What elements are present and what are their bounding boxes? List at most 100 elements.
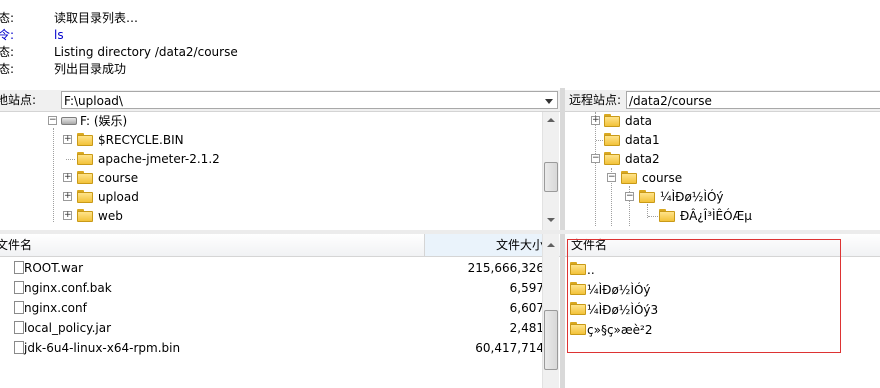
local-site-label: 地站点:	[0, 93, 37, 107]
table-row[interactable]: nginx.conf 6,607	[0, 298, 560, 318]
remote-path-value: /data2/course	[629, 94, 712, 108]
scrollbar-thumb[interactable]	[544, 310, 558, 370]
tree-node-label: $RECYCLE.BIN	[98, 133, 184, 147]
file-name: jdk-6u4-linux-x64-rpm.bin	[24, 341, 181, 355]
folder-icon	[604, 133, 620, 146]
expand-icon[interactable]: +	[63, 135, 72, 144]
table-row[interactable]: jdk-6u4-linux-x64-rpm.bin 60,417,714	[0, 338, 560, 358]
local-tree-scrollbar[interactable]	[542, 112, 559, 230]
file-name: ROOT.war	[24, 261, 84, 275]
file-size: 215,666,326	[467, 261, 544, 275]
folder-icon	[77, 209, 93, 222]
remote-path-input[interactable]: /data2/course	[626, 91, 880, 109]
local-site-bar: 地站点: F:\upload\	[0, 90, 560, 112]
table-row[interactable]: ç»§ç»­æè²2	[565, 320, 880, 340]
tree-node-label: course	[98, 171, 139, 185]
file-icon	[14, 281, 24, 294]
collapse-icon[interactable]: −	[625, 192, 634, 201]
file-name: local_policy.jar	[24, 321, 112, 335]
tree-node-upload[interactable]: + upload	[0, 188, 540, 206]
table-row[interactable]: ¼ÌÐø½ÌÓý	[565, 280, 880, 300]
local-path-input[interactable]: F:\upload\	[61, 91, 558, 109]
file-icon	[14, 341, 24, 354]
file-name: ..	[587, 263, 595, 277]
collapse-icon[interactable]: −	[48, 116, 57, 125]
tree-node-course[interactable]: + course	[0, 169, 540, 187]
column-header-filename[interactable]: 文件名	[0, 234, 416, 256]
file-name: ¼ÌÐø½ÌÓý3	[587, 303, 659, 317]
tree-node-label: F: (娱乐)	[80, 114, 128, 128]
folder-icon	[570, 302, 586, 315]
tree-node-label: ¼ÌÐø½ÌÓý	[660, 190, 724, 204]
table-row[interactable]: ROOT.war 215,666,326	[0, 258, 560, 278]
remote-file-list: 文件名 .. ¼ÌÐø½ÌÓý ¼ÌÐø½ÌÓý3 ç»§ç»­æè²2	[565, 234, 880, 388]
column-header-filename[interactable]: 文件名	[571, 234, 871, 256]
file-icon	[14, 261, 24, 274]
tree-node-course[interactable]: − course	[565, 169, 880, 187]
file-name: ¼ÌÐø½ÌÓý	[587, 283, 651, 297]
local-file-list-scrollbar[interactable]	[542, 234, 559, 388]
log-label: 令:	[0, 28, 15, 42]
tree-node-label: data	[625, 114, 653, 128]
tree-node-data1[interactable]: data1	[565, 131, 880, 149]
tree-node-label: ÐÂ¿Î³ÌÊÓÆµ	[680, 209, 752, 223]
tree-node-jixu-jiaoyu[interactable]: − ¼ÌÐø½ÌÓý	[565, 188, 880, 206]
log-text: 读取目录列表…	[54, 11, 139, 25]
file-size: 6,607	[509, 301, 544, 315]
expand-icon[interactable]: +	[63, 211, 72, 220]
table-row[interactable]: ..	[565, 260, 880, 280]
folder-icon	[77, 190, 93, 203]
table-row[interactable]: nginx.conf.bak 6,597	[0, 278, 560, 298]
scrollbar-thumb[interactable]	[544, 162, 558, 192]
table-row[interactable]: ¼ÌÐø½ÌÓý3	[565, 300, 880, 320]
file-size: 6,597	[509, 281, 544, 295]
folder-icon	[604, 114, 620, 127]
tree-node-web[interactable]: + web	[0, 207, 540, 225]
local-path-value: F:\upload\	[64, 94, 123, 108]
scroll-up-icon[interactable]	[543, 112, 559, 128]
folder-icon	[77, 133, 93, 146]
tree-node-label: course	[642, 171, 683, 185]
file-icon	[14, 321, 24, 334]
expand-icon[interactable]: +	[63, 173, 72, 182]
folder-icon	[604, 152, 620, 165]
log-text: ls	[54, 28, 64, 42]
expand-icon[interactable]: +	[591, 116, 600, 125]
folder-icon	[570, 282, 586, 295]
tree-node-label: web	[98, 209, 123, 223]
folder-icon	[621, 171, 637, 184]
local-file-list: 文件名 文件大小 ROOT.war 215,666,326 nginx.conf…	[0, 234, 560, 388]
tree-node-xin-kecheng-shipin[interactable]: ÐÂ¿Î³ÌÊÓÆµ	[565, 207, 880, 225]
table-row[interactable]: local_policy.jar 2,481	[0, 318, 560, 338]
local-file-list-header: 文件名 文件大小	[0, 234, 560, 257]
file-name: nginx.conf	[24, 301, 87, 315]
remote-tree: + data data1 − data2 − course − ¼ÌÐø½ÌÓý…	[565, 112, 880, 230]
collapse-icon[interactable]: −	[607, 173, 616, 182]
message-log: 态: 读取目录列表… 令: ls 态: Listing directory /d…	[0, 0, 880, 88]
folder-icon	[77, 152, 93, 165]
tree-node-recycle-bin[interactable]: + $RECYCLE.BIN	[0, 131, 540, 149]
file-icon	[14, 301, 24, 314]
column-header-filesize[interactable]: 文件大小	[424, 234, 546, 256]
tree-node-data[interactable]: + data	[565, 112, 880, 130]
local-tree: − F: (娱乐) + $RECYCLE.BIN apache-jmeter-2…	[0, 112, 560, 230]
folder-icon	[570, 262, 586, 275]
chevron-down-icon[interactable]	[544, 92, 554, 108]
remote-site-bar: 远程站点: /data2/course	[565, 90, 880, 112]
log-label: 态:	[0, 45, 15, 59]
scroll-down-icon[interactable]	[543, 212, 559, 228]
file-name: nginx.conf.bak	[24, 281, 112, 295]
folder-icon	[639, 190, 655, 203]
folder-icon	[77, 171, 93, 184]
tree-node-label: upload	[98, 190, 139, 204]
log-label: 态:	[0, 62, 15, 76]
file-size: 2,481	[509, 321, 544, 335]
tree-node-data2[interactable]: − data2	[565, 150, 880, 168]
tree-node-drive[interactable]: − F: (娱乐)	[0, 112, 540, 130]
scroll-up-icon[interactable]	[543, 237, 559, 253]
tree-node-label: apache-jmeter-2.1.2	[98, 152, 220, 166]
tree-node-label: data1	[625, 133, 660, 147]
tree-node-apache-jmeter[interactable]: apache-jmeter-2.1.2	[0, 150, 540, 168]
expand-icon[interactable]: +	[63, 192, 72, 201]
collapse-icon[interactable]: −	[591, 154, 600, 163]
